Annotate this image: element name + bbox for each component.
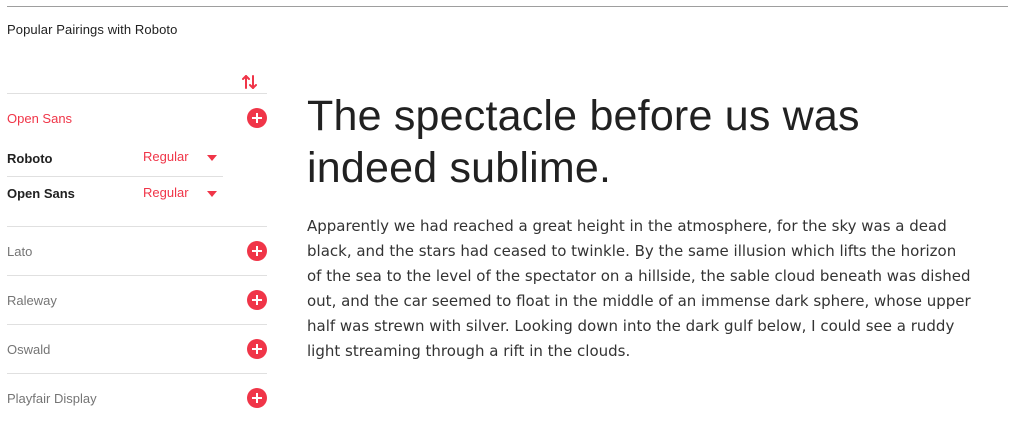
add-pairing-button[interactable] — [247, 339, 267, 359]
secondary-weight-select[interactable]: Regular — [143, 185, 189, 200]
primary-font-row: Roboto Regular — [7, 142, 223, 176]
pairing-item-raleway[interactable]: Raleway — [7, 276, 267, 324]
section-title: Popular Pairings with Roboto — [7, 22, 178, 37]
add-pairing-button[interactable] — [247, 108, 267, 128]
secondary-font-row: Open Sans Regular — [7, 176, 223, 211]
pairing-item-lato[interactable]: Lato — [7, 227, 267, 275]
preview-headline: The spectacle before us was indeed subli… — [307, 92, 860, 192]
top-divider — [7, 6, 1008, 7]
pairing-item-label: Playfair Display — [7, 391, 97, 406]
font-pairings-panel: Popular Pairings with Roboto Open Sans R… — [0, 0, 1013, 436]
caret-down-icon[interactable] — [207, 155, 217, 161]
add-pairing-button[interactable] — [247, 241, 267, 261]
pairing-item-label: Raleway — [7, 293, 57, 308]
pairings-sidebar: Open Sans Roboto Regular Open Sans Regul… — [7, 93, 267, 422]
caret-down-icon[interactable] — [207, 191, 217, 197]
pairing-item-label: Open Sans — [7, 111, 73, 126]
primary-font-name: Roboto — [7, 151, 53, 166]
primary-weight-select[interactable]: Regular — [143, 149, 189, 164]
pairing-item-playfair-display[interactable]: Playfair Display — [7, 374, 267, 422]
active-pairing-details: Roboto Regular Open Sans Regular — [7, 142, 267, 226]
pairing-item-label: Oswald — [7, 342, 51, 357]
add-pairing-button[interactable] — [247, 290, 267, 310]
swap-vertical-icon[interactable] — [242, 73, 258, 91]
pairing-item-open-sans[interactable]: Open Sans — [7, 94, 267, 142]
add-pairing-button[interactable] — [247, 388, 267, 408]
pairing-item-label: Lato — [7, 244, 33, 259]
font-preview: The spectacle before us was indeed subli… — [307, 90, 987, 364]
secondary-font-name: Open Sans — [7, 186, 75, 201]
pairing-item-oswald[interactable]: Oswald — [7, 325, 267, 373]
preview-body-text: Apparently we had reached a great height… — [307, 217, 971, 360]
